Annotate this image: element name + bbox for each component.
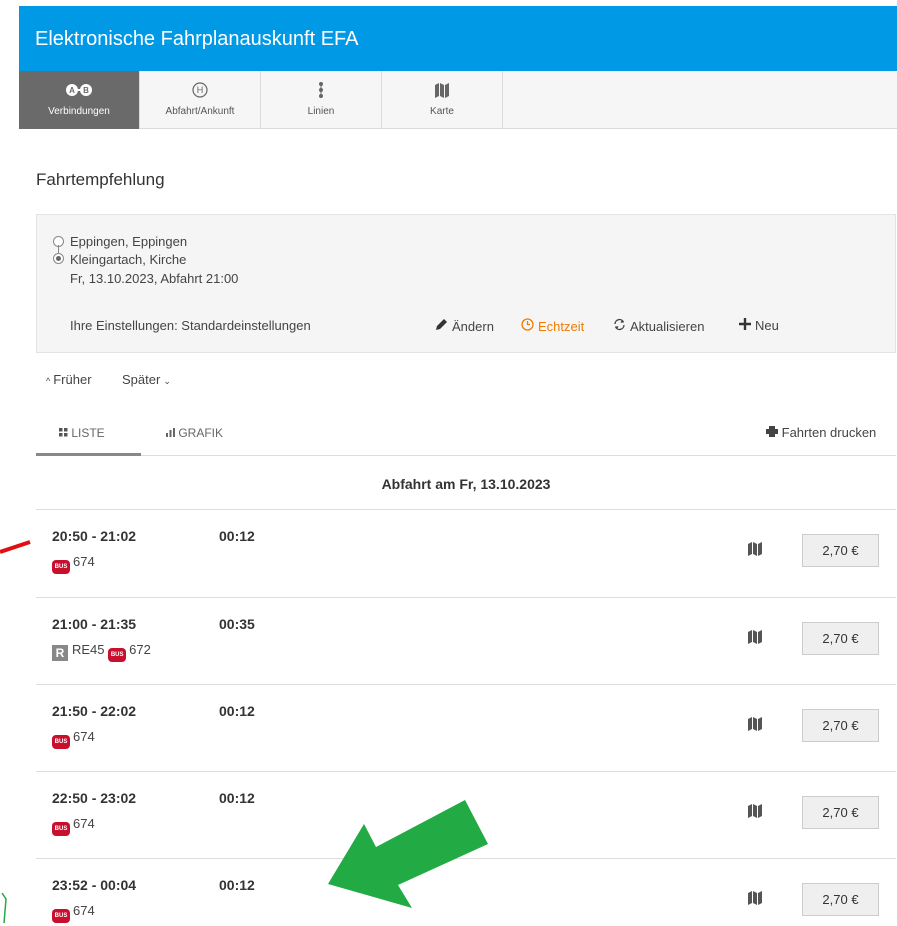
trip-row[interactable]: 21:50 - 22:02 00:12 BUS 674 2,70 € xyxy=(36,685,896,771)
trip-row[interactable]: 21:00 - 21:35 00:35 R RE45 BUS 672 2,70 € xyxy=(36,598,896,684)
trip-lines: BUS 674 xyxy=(52,816,95,836)
trip-times: 20:50 - 21:02 xyxy=(52,528,137,544)
tab-verbindungen[interactable]: A B Verbindungen xyxy=(19,71,140,129)
line-name: 674 xyxy=(73,729,95,744)
clock-icon xyxy=(521,318,534,334)
refresh-icon xyxy=(613,318,626,334)
day-heading: Abfahrt am Fr, 13.10.2023 xyxy=(381,476,551,492)
trip-lines: BUS 674 xyxy=(52,729,95,749)
svg-text:H: H xyxy=(197,85,204,95)
app-title: Elektronische Fahrplanauskunft EFA xyxy=(35,28,359,50)
svg-text:A: A xyxy=(69,86,75,95)
svg-text:B: B xyxy=(83,86,89,95)
price-button[interactable]: 2,70 € xyxy=(802,534,879,567)
tab-graphic[interactable]: GRAFIK xyxy=(166,426,223,440)
map-icon[interactable] xyxy=(748,717,762,736)
map-icon[interactable] xyxy=(748,630,762,649)
tab-label: Linien xyxy=(307,106,335,117)
tab-label: Abfahrt/Ankunft xyxy=(165,106,235,117)
refresh-button[interactable]: Aktualisieren xyxy=(613,318,704,334)
plus-icon xyxy=(739,318,751,333)
price-button[interactable]: 2,70 € xyxy=(802,796,879,829)
trip-duration: 00:35 xyxy=(219,616,255,632)
price-button[interactable]: 2,70 € xyxy=(802,883,879,916)
departure-datetime: Fr, 13.10.2023, Abfahrt 21:00 xyxy=(70,271,239,286)
page-title: Fahrtempfehlung xyxy=(36,170,165,189)
chevron-up-icon: ^ xyxy=(46,376,51,386)
trip-row[interactable]: 20:50 - 21:02 00:12 BUS 674 2,70 € xyxy=(36,510,896,596)
tab-list[interactable]: LISTE xyxy=(59,426,105,440)
line-name: RE45 xyxy=(72,642,105,657)
edit-button[interactable]: Ändern xyxy=(435,318,494,334)
active-tab-indicator xyxy=(36,453,141,456)
line-name: 674 xyxy=(73,554,95,569)
main-tabs: A B Verbindungen H Abfahrt/Ankunft Linie… xyxy=(19,71,897,129)
map-icon[interactable] xyxy=(748,804,762,823)
line-name: 672 xyxy=(129,642,151,657)
bus-icon: BUS xyxy=(52,735,70,749)
route-ab-icon: A B xyxy=(59,81,99,99)
print-button[interactable]: Fahrten drucken xyxy=(766,425,876,440)
later-button[interactable]: Später ⌄ xyxy=(122,372,171,387)
stop-h-icon: H xyxy=(180,81,220,99)
new-search-button[interactable]: Neu xyxy=(739,318,779,333)
origin-stop: Eppingen, Eppingen xyxy=(70,234,188,249)
tab-label: Verbindungen xyxy=(48,106,110,117)
map-icon[interactable] xyxy=(748,891,762,910)
bus-icon: BUS xyxy=(52,909,70,923)
tab-linien[interactable]: Linien xyxy=(261,71,382,129)
tab-label: Karte xyxy=(430,106,454,117)
pencil-icon xyxy=(435,318,448,334)
line-name: 674 xyxy=(73,816,95,831)
app-header: Elektronische Fahrplanauskunft EFA xyxy=(19,6,897,71)
rail-icon: R xyxy=(52,645,68,661)
map-icon xyxy=(422,81,462,99)
trip-times: 21:00 - 21:35 xyxy=(52,616,137,632)
route-connector xyxy=(58,245,59,253)
trip-summary: Eppingen, Eppingen Kleingartach, Kirche … xyxy=(36,214,896,353)
line-name: 674 xyxy=(73,903,95,918)
trip-times: 23:52 - 00:04 xyxy=(52,877,137,893)
tab-abfahrt-ankunft[interactable]: H Abfahrt/Ankunft xyxy=(140,71,261,129)
line-dots-icon xyxy=(301,81,341,99)
divider xyxy=(36,455,896,456)
printer-icon xyxy=(766,425,778,440)
settings-label: Ihre Einstellungen: Standardeinstellunge… xyxy=(70,318,311,333)
bus-icon: BUS xyxy=(52,822,70,836)
destination-dot-icon xyxy=(53,253,64,264)
trip-lines: BUS 674 xyxy=(52,903,95,923)
map-icon[interactable] xyxy=(748,542,762,561)
trip-lines: R RE45 BUS 672 xyxy=(52,642,151,662)
bar-chart-icon xyxy=(166,426,175,440)
trip-duration: 00:12 xyxy=(219,790,255,806)
price-button[interactable]: 2,70 € xyxy=(802,709,879,742)
chevron-down-icon: ⌄ xyxy=(163,376,171,386)
trip-times: 21:50 - 22:02 xyxy=(52,703,137,719)
earlier-button[interactable]: ^ Früher xyxy=(46,372,92,387)
tab-karte[interactable]: Karte xyxy=(382,71,503,129)
trip-lines: BUS 674 xyxy=(52,554,95,574)
green-mark-annotation xyxy=(1,893,7,923)
green-arrow-annotation xyxy=(328,800,488,908)
bus-icon: BUS xyxy=(52,560,70,574)
grid-icon xyxy=(59,426,68,440)
red-arrow-annotation xyxy=(0,540,31,554)
price-button[interactable]: 2,70 € xyxy=(802,622,879,655)
trip-duration: 00:12 xyxy=(219,528,255,544)
trip-duration: 00:12 xyxy=(219,877,255,893)
trip-duration: 00:12 xyxy=(219,703,255,719)
realtime-button[interactable]: Echtzeit xyxy=(521,318,584,334)
trip-times: 22:50 - 23:02 xyxy=(52,790,137,806)
destination-stop: Kleingartach, Kirche xyxy=(70,252,187,267)
bus-icon: BUS xyxy=(108,648,127,662)
